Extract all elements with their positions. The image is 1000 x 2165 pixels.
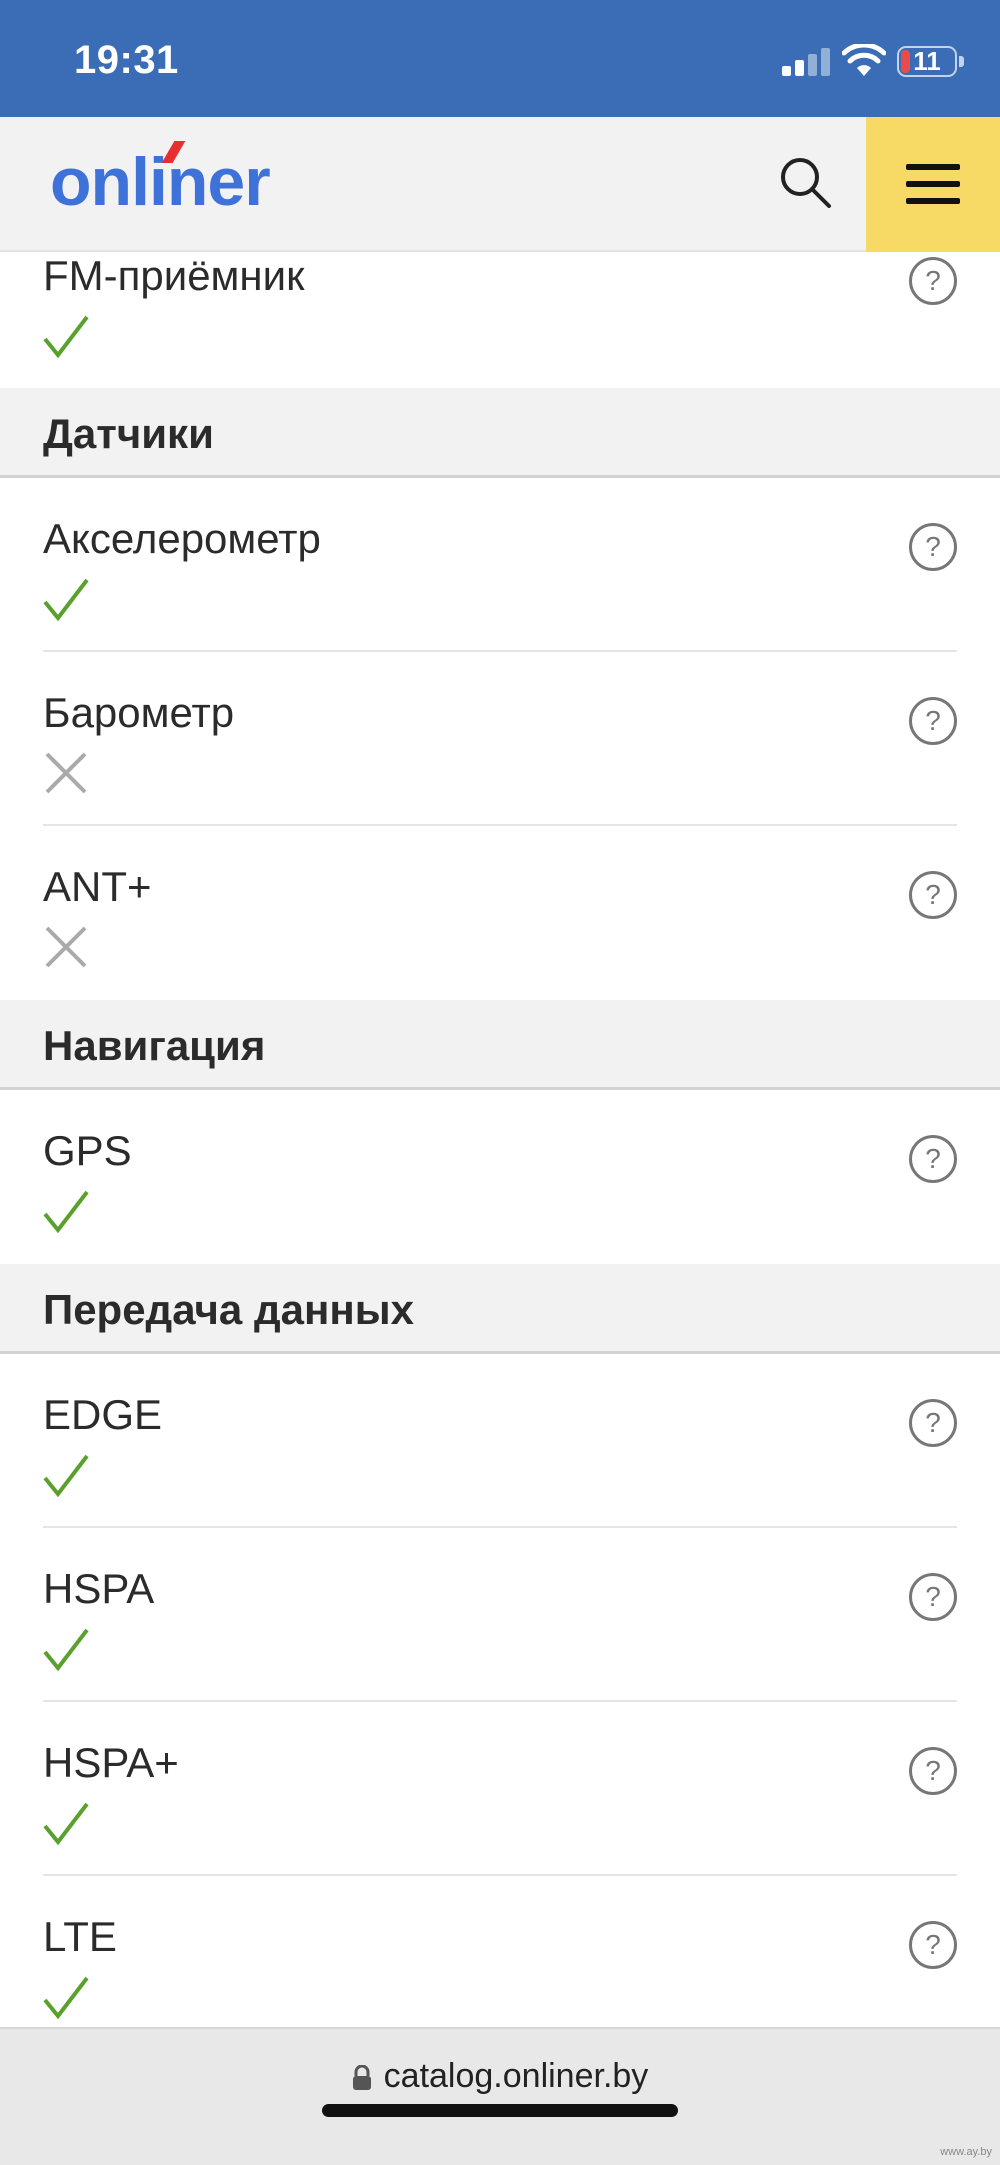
status-bar: 19:31 11 xyxy=(0,0,1000,117)
home-indicator[interactable] xyxy=(322,2104,678,2117)
check-icon xyxy=(43,578,89,622)
section-title: Навигация xyxy=(43,1022,266,1069)
spec-label: Барометр xyxy=(43,689,235,736)
check-icon xyxy=(43,1802,89,1846)
spec-list: FM-приёмник ? Датчики Акселерометр ? Бар… xyxy=(0,252,1000,2050)
spec-row-fm-radio: FM-приёмник ? xyxy=(0,252,1000,388)
help-icon[interactable]: ? xyxy=(909,1135,957,1183)
onliner-logo[interactable]: onliner xyxy=(50,143,271,221)
battery-cap xyxy=(959,56,964,67)
check-icon xyxy=(43,1190,89,1234)
spec-row-gps: GPS ? xyxy=(0,1090,1000,1264)
spec-row-accelerometer: Акселерометр ? xyxy=(0,478,1000,652)
help-icon[interactable]: ? xyxy=(909,257,957,305)
battery-icon: 11 xyxy=(897,46,957,77)
section-title: Передача данных xyxy=(43,1286,414,1333)
check-icon xyxy=(43,1976,89,2020)
spec-label: ANT+ xyxy=(43,863,152,910)
cellular-signal-icon xyxy=(782,48,832,76)
lock-icon xyxy=(352,2065,371,2091)
section-header-data-transfer: Передача данных xyxy=(0,1264,1000,1354)
wifi-icon xyxy=(842,44,886,76)
spec-label: EDGE xyxy=(43,1391,163,1438)
site-header: onliner xyxy=(0,117,1000,252)
battery-level: 11 xyxy=(913,46,941,76)
spec-label: HSPA xyxy=(43,1565,155,1612)
spec-label: GPS xyxy=(43,1127,132,1174)
menu-button[interactable] xyxy=(866,117,1000,252)
spec-row-barometer: Барометр ? xyxy=(0,652,1000,826)
cross-icon xyxy=(45,926,87,968)
spec-row-edge: EDGE ? xyxy=(0,1354,1000,1528)
help-icon[interactable]: ? xyxy=(909,523,957,571)
section-header-sensors: Датчики xyxy=(0,388,1000,478)
section-title: Датчики xyxy=(43,410,214,457)
spec-row-hspa: HSPA ? xyxy=(0,1528,1000,1702)
status-time: 19:31 xyxy=(74,38,179,82)
help-icon[interactable]: ? xyxy=(909,1399,957,1447)
search-button[interactable] xyxy=(775,153,835,213)
spec-label: LTE xyxy=(43,1913,117,1960)
section-header-navigation: Навигация xyxy=(0,1000,1000,1090)
help-icon[interactable]: ? xyxy=(909,1921,957,1969)
help-icon[interactable]: ? xyxy=(909,871,957,919)
check-icon xyxy=(43,315,89,359)
check-icon xyxy=(43,1628,89,1672)
url-text: catalog.onliner.by xyxy=(383,2057,649,2095)
cross-icon xyxy=(45,752,87,794)
search-icon xyxy=(781,158,831,208)
spec-row-lte: LTE ? xyxy=(0,1876,1000,2050)
spec-label: FM-приёмник xyxy=(43,252,305,299)
spec-row-hspa-plus: HSPA+ ? xyxy=(0,1702,1000,1876)
help-icon[interactable]: ? xyxy=(909,1747,957,1795)
watermark: www.ay.by xyxy=(940,2146,992,2158)
spec-row-ant-plus: ANT+ ? xyxy=(0,826,1000,1000)
url-display[interactable]: catalog.onliner.by xyxy=(0,2057,1000,2096)
spec-label: HSPA+ xyxy=(43,1739,179,1786)
help-icon[interactable]: ? xyxy=(909,697,957,745)
help-icon[interactable]: ? xyxy=(909,1573,957,1621)
check-icon xyxy=(43,1454,89,1498)
browser-url-bar[interactable]: catalog.onliner.by xyxy=(0,2027,1000,2165)
spec-label: Акселерометр xyxy=(43,515,321,562)
